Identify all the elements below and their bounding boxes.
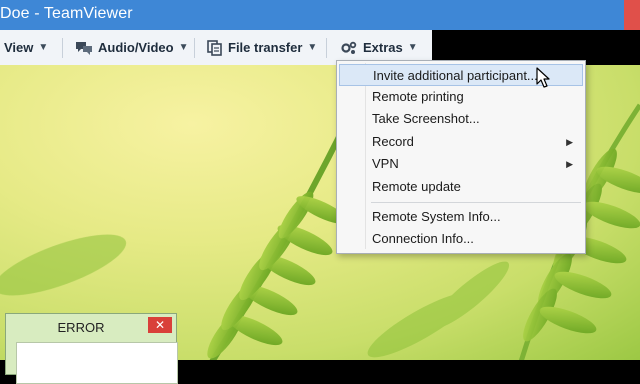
window-close-button[interactable] [624, 0, 640, 30]
error-dialog-title: ERROR [57, 320, 105, 335]
close-icon: ✕ [154, 318, 166, 332]
audio-video-menu-button[interactable]: Audio/Video ▼ [75, 30, 189, 65]
menu-item-label: Connection Info... [372, 231, 474, 246]
menu-item-label: Remote update [372, 179, 461, 194]
toolbar-divider [194, 38, 195, 58]
chevron-down-icon: ▼ [307, 42, 318, 53]
window-title: Doe - TeamViewer [0, 5, 133, 22]
menu-item-label: Record [372, 134, 414, 149]
view-label: View [4, 40, 34, 55]
menu-item-label: Remote System Info... [372, 209, 501, 224]
file-transfer-label: File transfer [228, 40, 303, 55]
menu-item-label: VPN [372, 156, 399, 171]
submenu-arrow-icon: ▶ [566, 159, 573, 169]
menu-item-label: Take Screenshot... [372, 111, 480, 126]
menu-item-vpn[interactable]: VPN ▶ [339, 153, 583, 175]
error-dialog: ERROR ✕ [5, 313, 178, 384]
chevron-down-icon: ▼ [407, 42, 418, 53]
toolbar-divider [326, 38, 327, 58]
submenu-arrow-icon: ▶ [566, 137, 573, 147]
window-titlebar: Doe - TeamViewer [0, 0, 640, 30]
toolbar-divider [62, 38, 63, 58]
menu-item-label: Invite additional participant... [373, 68, 538, 83]
chevron-down-icon: ▼ [38, 42, 49, 53]
menu-separator [371, 202, 581, 203]
error-dialog-close-button[interactable]: ✕ [148, 317, 172, 333]
menu-item-take-screenshot[interactable]: Take Screenshot... [339, 108, 583, 130]
error-dialog-body [16, 342, 178, 384]
audio-video-label: Audio/Video [98, 40, 174, 55]
menu-item-remote-update[interactable]: Remote update [339, 176, 583, 198]
menu-item-connection-info[interactable]: Connection Info... [339, 228, 583, 250]
audio-video-icon [75, 40, 93, 56]
chevron-down-icon: ▼ [178, 42, 189, 53]
file-transfer-icon [207, 39, 223, 56]
menu-item-remote-system-info[interactable]: Remote System Info... [339, 206, 583, 228]
menu-item-record[interactable]: Record ▶ [339, 131, 583, 153]
extras-icon [340, 40, 358, 56]
mouse-cursor-icon [536, 67, 552, 94]
file-transfer-menu-button[interactable]: File transfer ▼ [207, 30, 317, 65]
view-menu-button[interactable]: View ▼ [4, 30, 48, 65]
extras-label: Extras [363, 40, 403, 55]
menu-item-label: Remote printing [372, 89, 464, 104]
